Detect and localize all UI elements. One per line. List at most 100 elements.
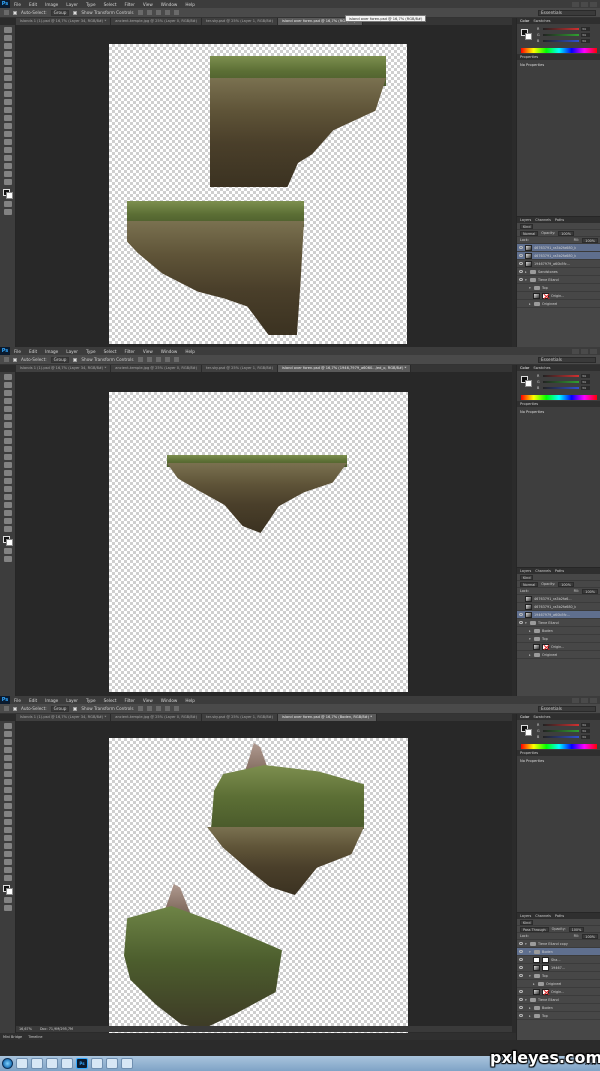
- menu-file[interactable]: File: [10, 349, 25, 354]
- marquee-tool-icon[interactable]: [4, 35, 12, 41]
- layer-row[interactable]: 46763791_ra3b2fa680_b: [517, 244, 600, 252]
- menu-edit[interactable]: Edit: [25, 2, 41, 7]
- quick-select-tool-icon[interactable]: [4, 398, 12, 404]
- expand-arrow-icon[interactable]: ▾: [529, 974, 532, 978]
- doc-tab[interactable]: ancient-temple.jpg @ 25% (Layer 0, RGB/8…: [111, 18, 203, 25]
- background-color-swatch[interactable]: [6, 888, 13, 895]
- fill-field[interactable]: 100%: [582, 933, 598, 939]
- hand-tool-icon[interactable]: [4, 867, 12, 873]
- menu-layer[interactable]: Layer: [62, 2, 82, 7]
- layer-group-row[interactable]: ▸ Origineel: [517, 980, 600, 988]
- workspace-switcher[interactable]: Essentials: [538, 356, 596, 363]
- distribute-icon[interactable]: [173, 357, 179, 362]
- quick-mask-icon[interactable]: [4, 548, 12, 554]
- menu-image[interactable]: Image: [41, 698, 62, 703]
- menu-help[interactable]: Help: [181, 698, 199, 703]
- healing-tool-icon[interactable]: [4, 771, 12, 777]
- hand-tool-icon[interactable]: [4, 171, 12, 177]
- workspace-switcher[interactable]: Essentials: [538, 9, 596, 16]
- type-tool-icon[interactable]: [4, 147, 12, 153]
- layer-group-row[interactable]: ▸ Boden: [517, 627, 600, 635]
- blur-tool-icon[interactable]: [4, 123, 12, 129]
- layer-row[interactable]: Origin...: [517, 292, 600, 300]
- layer-group-row[interactable]: ▾ Tiene Eiland: [517, 996, 600, 1004]
- path-select-tool-icon[interactable]: [4, 502, 12, 508]
- quick-select-tool-icon[interactable]: [4, 51, 12, 57]
- expand-arrow-icon[interactable]: ▸: [529, 629, 532, 633]
- slider-g[interactable]: G 34: [537, 33, 590, 37]
- mediaplayer-taskbar-icon[interactable]: [46, 1058, 58, 1069]
- menu-filter[interactable]: Filter: [120, 2, 138, 7]
- layer-group-row[interactable]: ▸ Origineel: [517, 300, 600, 308]
- layer-group-row[interactable]: ▾ Boden: [517, 948, 600, 956]
- dodge-tool-icon[interactable]: [4, 478, 12, 484]
- distribute-icon[interactable]: [164, 10, 170, 15]
- align-icon[interactable]: [155, 10, 161, 15]
- visibility-eye-icon[interactable]: [519, 597, 523, 600]
- brush-tool-icon[interactable]: [4, 83, 12, 89]
- expand-arrow-icon[interactable]: ▾: [525, 278, 528, 282]
- menu-image[interactable]: Image: [41, 349, 62, 354]
- layer-row[interactable]: Origin...: [517, 643, 600, 651]
- layer-row[interactable]: 19467979_a60b5fc...: [517, 611, 600, 619]
- visibility-eye-icon[interactable]: [519, 286, 523, 289]
- history-brush-tool-icon[interactable]: [4, 99, 12, 105]
- dodge-tool-icon[interactable]: [4, 827, 12, 833]
- layer-row[interactable]: Origin...: [517, 988, 600, 996]
- visibility-eye-icon[interactable]: [519, 645, 523, 648]
- visibility-eye-icon[interactable]: [519, 950, 523, 953]
- align-icon[interactable]: [146, 706, 152, 711]
- visibility-eye-icon[interactable]: [519, 998, 523, 1001]
- document-canvas[interactable]: [109, 392, 408, 692]
- menu-select[interactable]: Select: [100, 698, 121, 703]
- slider-r[interactable]: R 34: [537, 374, 590, 378]
- distribute-icon[interactable]: [173, 706, 179, 711]
- healing-tool-icon[interactable]: [4, 422, 12, 428]
- screen-mode-icon[interactable]: [4, 556, 12, 562]
- move-tool-icon[interactable]: [4, 374, 12, 380]
- tab-layers[interactable]: Layers: [520, 569, 531, 573]
- menu-layer[interactable]: Layer: [62, 698, 82, 703]
- doc-tab-active[interactable]: island over foren.psd @ 16,7% (Boden, RG…: [278, 714, 378, 721]
- blend-mode-select[interactable]: Normal: [520, 230, 539, 236]
- marquee-tool-icon[interactable]: [4, 731, 12, 737]
- hand-tool-icon[interactable]: [4, 518, 12, 524]
- quick-mask-icon[interactable]: [4, 897, 12, 903]
- close-button[interactable]: [590, 348, 597, 354]
- screen-mode-icon[interactable]: [4, 209, 12, 215]
- layer-group-row[interactable]: ▸ Origineel: [517, 651, 600, 659]
- kind-filter[interactable]: Kind: [520, 919, 534, 925]
- tab-channels[interactable]: Channels: [535, 218, 551, 222]
- tab-layers[interactable]: Layers: [520, 218, 531, 222]
- visibility-eye-icon[interactable]: [519, 302, 523, 305]
- opacity-field[interactable]: 100%: [558, 581, 574, 587]
- type-tool-icon[interactable]: [4, 494, 12, 500]
- layer-row[interactable]: 46763791_ra3b2fa680_b: [517, 603, 600, 611]
- slider-b[interactable]: B 34: [537, 386, 590, 390]
- start-button[interactable]: [2, 1058, 13, 1069]
- fill-field[interactable]: 100%: [582, 588, 598, 594]
- menu-filter[interactable]: Filter: [120, 698, 138, 703]
- align-icon[interactable]: [155, 357, 161, 362]
- visibility-eye-icon[interactable]: [519, 605, 523, 608]
- tab-paths[interactable]: Paths: [555, 218, 564, 222]
- align-icon[interactable]: [137, 706, 143, 711]
- expand-arrow-icon[interactable]: ▸: [529, 653, 532, 657]
- visibility-eye-icon[interactable]: [519, 982, 523, 985]
- maximize-button[interactable]: [581, 697, 588, 703]
- kind-filter[interactable]: Kind: [520, 223, 534, 229]
- zoom-tool-icon[interactable]: [4, 179, 12, 185]
- move-tool-icon[interactable]: [4, 357, 9, 362]
- move-tool-icon[interactable]: [4, 27, 12, 33]
- menu-view[interactable]: View: [139, 2, 157, 7]
- path-select-tool-icon[interactable]: [4, 851, 12, 857]
- slider-b[interactable]: B 34: [537, 39, 590, 43]
- crop-tool-icon[interactable]: [4, 59, 12, 65]
- menu-window[interactable]: Window: [157, 349, 182, 354]
- blend-mode-select[interactable]: Pass Through: [520, 926, 549, 932]
- show-transform-checkbox[interactable]: [73, 357, 78, 362]
- type-tool-icon[interactable]: [4, 843, 12, 849]
- blend-mode-select[interactable]: Normal: [520, 581, 539, 587]
- expand-arrow-icon[interactable]: ▸: [525, 270, 528, 274]
- layer-group-row[interactable]: ▾ Tiene Eiland copy: [517, 940, 600, 948]
